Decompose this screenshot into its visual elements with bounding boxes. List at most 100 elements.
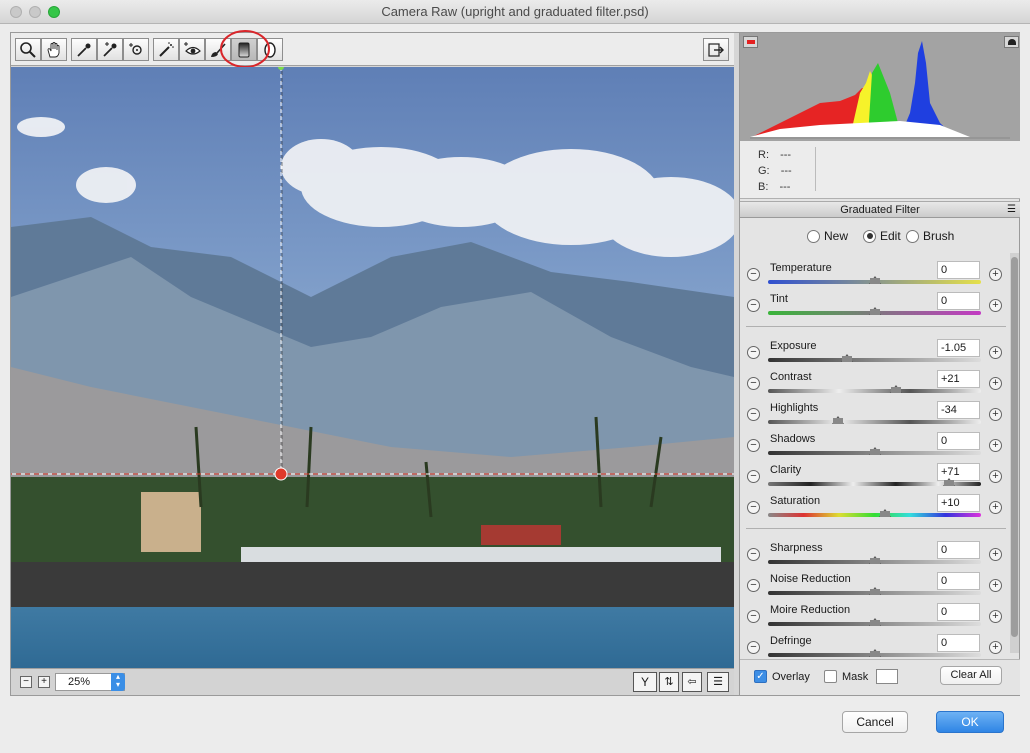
panel-scrollbar[interactable] — [1010, 253, 1019, 653]
copy-settings-button[interactable]: ⇦ — [682, 672, 702, 692]
saturation-thumb[interactable] — [879, 509, 892, 517]
hand-tool-button[interactable] — [41, 38, 67, 61]
moire-reduction-value-field[interactable]: 0 — [937, 603, 980, 621]
panel-header: Graduated Filter ☰ — [740, 201, 1020, 218]
highlights-thumb[interactable] — [832, 416, 845, 424]
ok-button[interactable]: OK — [936, 711, 1004, 733]
temperature-decrease-button[interactable]: − — [747, 268, 760, 281]
clarity-decrease-button[interactable]: − — [747, 470, 760, 483]
exposure-value-field[interactable]: -1.05 — [937, 339, 980, 357]
temperature-thumb[interactable] — [868, 276, 881, 284]
moire-reduction-slider[interactable]: − Moire Reduction 0 + — [740, 603, 1008, 634]
preview-preferences-button[interactable]: ☰ — [707, 672, 729, 692]
open-preferences-button[interactable] — [703, 38, 729, 61]
moire-reduction-decrease-button[interactable]: − — [747, 610, 760, 623]
contrast-slider[interactable]: − Contrast +21 + — [740, 370, 1008, 401]
targeted-adjustment-tool-button[interactable] — [123, 38, 149, 61]
mode-edit-radio[interactable]: Edit — [863, 229, 901, 243]
swap-settings-button[interactable]: ⇅ — [659, 672, 679, 692]
tint-value-field[interactable]: 0 — [937, 292, 980, 310]
clarity-slider[interactable]: − Clarity +71 + — [740, 463, 1008, 494]
tint-increase-button[interactable]: + — [989, 299, 1002, 312]
sharpness-value-field[interactable]: 0 — [937, 541, 980, 559]
mode-brush-radio[interactable]: Brush — [906, 229, 954, 243]
saturation-value-field[interactable]: +10 — [937, 494, 980, 512]
highlights-slider[interactable]: − Highlights -34 + — [740, 401, 1008, 432]
highlights-value-field[interactable]: -34 — [937, 401, 980, 419]
zoom-out-button[interactable]: − — [20, 676, 32, 688]
tint-decrease-button[interactable]: − — [747, 299, 760, 312]
clarity-thumb[interactable] — [943, 478, 956, 486]
exposure-decrease-button[interactable]: − — [747, 346, 760, 359]
tint-thumb[interactable] — [868, 307, 881, 315]
before-after-button[interactable]: Y — [633, 672, 657, 692]
contrast-thumb[interactable] — [889, 385, 902, 393]
saturation-increase-button[interactable]: + — [989, 501, 1002, 514]
shadows-value-field[interactable]: 0 — [937, 432, 980, 450]
moire-reduction-increase-button[interactable]: + — [989, 610, 1002, 623]
shadows-thumb[interactable] — [868, 447, 881, 455]
defringe-thumb[interactable] — [868, 649, 881, 657]
zoom-in-button[interactable]: + — [38, 676, 50, 688]
sharpness-thumb[interactable] — [868, 556, 881, 564]
contrast-decrease-button[interactable]: − — [747, 377, 760, 390]
moire-reduction-thumb[interactable] — [868, 618, 881, 626]
defringe-increase-button[interactable]: + — [989, 641, 1002, 654]
noise-reduction-value-field[interactable]: 0 — [937, 572, 980, 590]
red-eye-tool-button[interactable] — [179, 38, 205, 61]
saturation-track[interactable] — [768, 513, 981, 517]
highlights-track[interactable] — [768, 420, 981, 424]
radio-dot[interactable] — [863, 229, 876, 243]
shadows-increase-button[interactable]: + — [989, 439, 1002, 452]
radio-dot[interactable] — [807, 229, 820, 243]
mask-checkbox[interactable] — [824, 670, 837, 683]
mask-toggle[interactable]: Mask — [824, 670, 868, 683]
panel-menu-icon[interactable]: ☰ — [1007, 202, 1016, 218]
highlights-increase-button[interactable]: + — [989, 408, 1002, 421]
clear-all-button[interactable]: Clear All — [940, 666, 1002, 685]
sharpness-decrease-button[interactable]: − — [747, 548, 760, 561]
histogram — [740, 33, 1020, 141]
cancel-button[interactable]: Cancel — [842, 711, 908, 733]
saturation-decrease-button[interactable]: − — [747, 501, 760, 514]
tint-slider[interactable]: − Tint 0 + — [740, 292, 1008, 323]
noise-reduction-slider[interactable]: − Noise Reduction 0 + — [740, 572, 1008, 603]
white-balance-tool-button[interactable] — [71, 38, 97, 61]
contrast-track[interactable] — [768, 389, 981, 393]
shadows-slider[interactable]: − Shadows 0 + — [740, 432, 1008, 463]
overlay-checkbox[interactable]: ✓ — [754, 670, 767, 683]
mask-color-swatch[interactable] — [876, 669, 898, 684]
image-preview[interactable] — [11, 67, 734, 668]
color-sampler-tool-button[interactable] — [97, 38, 123, 61]
noise-reduction-increase-button[interactable]: + — [989, 579, 1002, 592]
exposure-thumb[interactable] — [840, 354, 853, 362]
saturation-slider[interactable]: − Saturation +10 + — [740, 494, 1008, 525]
overlay-toggle[interactable]: ✓ Overlay — [754, 670, 810, 683]
panel-scrollbar-thumb[interactable] — [1011, 257, 1018, 637]
noise-reduction-decrease-button[interactable]: − — [747, 579, 760, 592]
defringe-value-field[interactable]: 0 — [937, 634, 980, 652]
window-title: Camera Raw (upright and graduated filter… — [381, 4, 649, 19]
defringe-decrease-button[interactable]: − — [747, 641, 760, 654]
mode-new-radio[interactable]: New — [807, 229, 848, 243]
zoom-stepper[interactable]: ▴ ▾ — [111, 673, 125, 691]
spot-removal-tool-button[interactable] — [153, 38, 179, 61]
temperature-increase-button[interactable]: + — [989, 268, 1002, 281]
contrast-increase-button[interactable]: + — [989, 377, 1002, 390]
contrast-value-field[interactable]: +21 — [937, 370, 980, 388]
clarity-increase-button[interactable]: + — [989, 470, 1002, 483]
noise-reduction-thumb[interactable] — [868, 587, 881, 595]
radio-dot[interactable] — [906, 229, 919, 243]
temperature-value-field[interactable]: 0 — [937, 261, 980, 279]
highlights-decrease-button[interactable]: − — [747, 408, 760, 421]
sharpness-increase-button[interactable]: + — [989, 548, 1002, 561]
exposure-slider[interactable]: − Exposure -1.05 + — [740, 339, 1008, 370]
exposure-increase-button[interactable]: + — [989, 346, 1002, 359]
zoom-tool-button[interactable] — [15, 38, 41, 61]
sharpness-slider[interactable]: − Sharpness 0 + — [740, 541, 1008, 572]
slider-group-divider — [746, 326, 1006, 327]
zoom-level-select[interactable]: 25% ▴ ▾ — [55, 673, 125, 691]
shadows-decrease-button[interactable]: − — [747, 439, 760, 452]
temperature-slider[interactable]: − Temperature 0 + — [740, 261, 1008, 292]
exposure-track[interactable] — [768, 358, 981, 362]
